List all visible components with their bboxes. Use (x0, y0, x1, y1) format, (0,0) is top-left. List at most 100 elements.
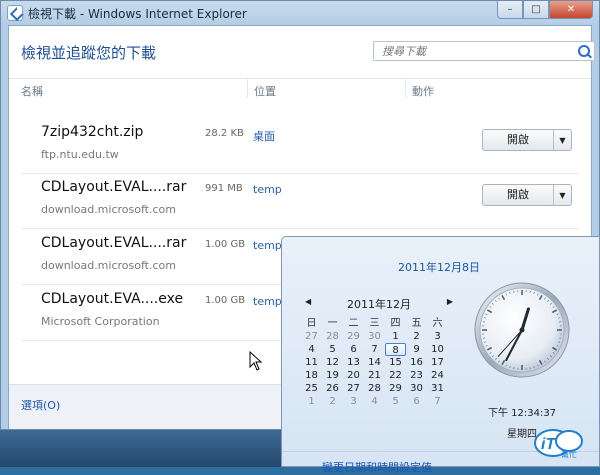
calendar-day[interactable]: 17 (427, 356, 448, 369)
column-header-location[interactable]: 位置 (254, 83, 276, 99)
close-button[interactable]: ✕ (549, 1, 593, 19)
calendar-day[interactable]: 21 (364, 369, 385, 382)
calendar-day[interactable]: 22 (385, 369, 406, 382)
file-name: CDLayout.EVA....exe (41, 291, 183, 307)
calendar-day[interactable]: 12 (322, 356, 343, 369)
weekday-header: 二 (343, 317, 364, 330)
calendar-day[interactable]: 31 (427, 382, 448, 395)
file-size: 991 MB (205, 183, 243, 194)
calendar-day[interactable]: 19 (322, 369, 343, 382)
calendar-day[interactable]: 30 (364, 330, 385, 343)
analog-clock (474, 282, 570, 378)
change-datetime-link[interactable]: 變更日期和時間設定值 (322, 459, 432, 475)
column-header-action[interactable]: 動作 (412, 83, 434, 99)
calendar-day[interactable]: 4 (301, 343, 322, 356)
calendar-day[interactable]: 30 (406, 382, 427, 395)
calendar-day[interactable]: 4 (364, 395, 385, 408)
calendar-day[interactable]: 11 (301, 356, 322, 369)
calendar-day[interactable]: 25 (301, 382, 322, 395)
column-header-name[interactable]: 名稱 (21, 83, 43, 99)
calendar-day[interactable]: 6 (406, 395, 427, 408)
file-source: download.microsoft.com (41, 203, 176, 216)
calendar-grid: 日一二三四五六272829301234567891011121314151617… (301, 317, 457, 408)
calendar-day[interactable]: 29 (385, 382, 406, 395)
dropdown-arrow-icon[interactable]: ▼ (554, 185, 571, 205)
calendar-day[interactable]: 27 (301, 330, 322, 343)
search-box[interactable] (373, 41, 595, 61)
file-location-link[interactable]: 桌面 (253, 128, 275, 144)
dropdown-arrow-icon[interactable]: ▼ (554, 130, 571, 150)
file-name: CDLayout.EVAL....rar (41, 235, 186, 251)
calendar-day[interactable]: 7 (364, 343, 385, 356)
maximize-button[interactable]: □ (523, 1, 549, 19)
search-icon[interactable] (578, 45, 590, 57)
calendar-day[interactable]: 1 (301, 395, 322, 408)
file-source: ftp.ntu.edu.tw (41, 148, 119, 161)
header: 檢視並追蹤您的下載 (9, 26, 591, 78)
open-button-label[interactable]: 開啟 (483, 185, 554, 205)
weekday-header: 日 (301, 317, 322, 330)
calendar-day[interactable]: 5 (322, 343, 343, 356)
search-input[interactable] (380, 44, 574, 59)
page-title: 檢視並追蹤您的下載 (21, 42, 156, 63)
file-name: CDLayout.EVAL....rar (41, 179, 186, 195)
calendar-day[interactable]: 6 (343, 343, 364, 356)
calendar-day[interactable]: 16 (406, 356, 427, 369)
calendar-day[interactable]: 23 (406, 369, 427, 382)
file-size: 1.00 GB (205, 295, 245, 306)
calendar-day[interactable]: 15 (385, 356, 406, 369)
column-divider[interactable] (247, 78, 248, 98)
open-button-label[interactable]: 開啟 (483, 130, 554, 150)
file-size: 1.00 GB (205, 239, 245, 250)
minimize-button[interactable]: – (497, 1, 523, 19)
ithome-logo: iT 幫忙 (531, 427, 587, 461)
calendar-day[interactable]: 28 (322, 330, 343, 343)
calendar-day[interactable]: 28 (364, 382, 385, 395)
title-bar[interactable]: 檢視下載 - Windows Internet Explorer – □ ✕ (1, 1, 599, 25)
long-date-link[interactable]: 2011年12月8日 (282, 259, 596, 275)
weekday-header: 三 (364, 317, 385, 330)
download-row[interactable]: CDLayout.EVAL....rar download.microsoft.… (21, 174, 579, 229)
calendar-day[interactable]: 1 (385, 330, 406, 343)
calendar-day[interactable]: 26 (322, 382, 343, 395)
file-source: Microsoft Corporation (41, 315, 160, 328)
calendar-day[interactable]: 2 (406, 330, 427, 343)
logo-subtext: 幫忙 (561, 449, 577, 459)
options-link[interactable]: 選項(O) (21, 397, 60, 413)
digital-time: 下午 12:34:37 (474, 404, 570, 419)
calendar-day[interactable]: 18 (301, 369, 322, 382)
open-button[interactable]: 開啟 ▼ (482, 129, 572, 151)
file-location-link[interactable]: temp (253, 295, 282, 308)
window-controls: – □ ✕ (497, 1, 593, 19)
calendar-day-today[interactable]: 8 (385, 343, 406, 356)
logo-text: iT (541, 436, 556, 453)
calendar-day[interactable]: 27 (343, 382, 364, 395)
column-divider[interactable] (405, 78, 406, 98)
file-location-link[interactable]: temp (253, 239, 282, 252)
open-button[interactable]: 開啟 ▼ (482, 184, 572, 206)
calendar-day[interactable]: 5 (385, 395, 406, 408)
calendar-day[interactable]: 24 (427, 369, 448, 382)
file-location-link[interactable]: temp (253, 183, 282, 196)
next-month-icon[interactable]: ▶ (447, 297, 453, 306)
calendar-day[interactable]: 10 (427, 343, 448, 356)
calendar-day[interactable]: 3 (427, 330, 448, 343)
file-size: 28.2 KB (205, 128, 244, 139)
weekday-header: 六 (427, 317, 448, 330)
calendar-day[interactable]: 20 (343, 369, 364, 382)
window-title: 檢視下載 - Windows Internet Explorer (28, 5, 247, 22)
calendar-day[interactable]: 29 (343, 330, 364, 343)
calendar-day[interactable]: 7 (427, 395, 448, 408)
weekday-header: 五 (406, 317, 427, 330)
download-icon (7, 5, 23, 21)
calendar-day[interactable]: 9 (406, 343, 427, 356)
calendar-day[interactable]: 3 (343, 395, 364, 408)
month-title[interactable]: 2011年12月 (301, 296, 457, 312)
column-headers: 名稱 位置 動作 (9, 78, 591, 99)
download-row[interactable]: 7zip432cht.zip ftp.ntu.edu.tw 28.2 KB 桌面… (21, 119, 579, 174)
weekday-header: 四 (385, 317, 406, 330)
calendar-day[interactable]: 13 (343, 356, 364, 369)
weekday-header: 一 (322, 317, 343, 330)
calendar-day[interactable]: 14 (364, 356, 385, 369)
calendar-day[interactable]: 2 (322, 395, 343, 408)
